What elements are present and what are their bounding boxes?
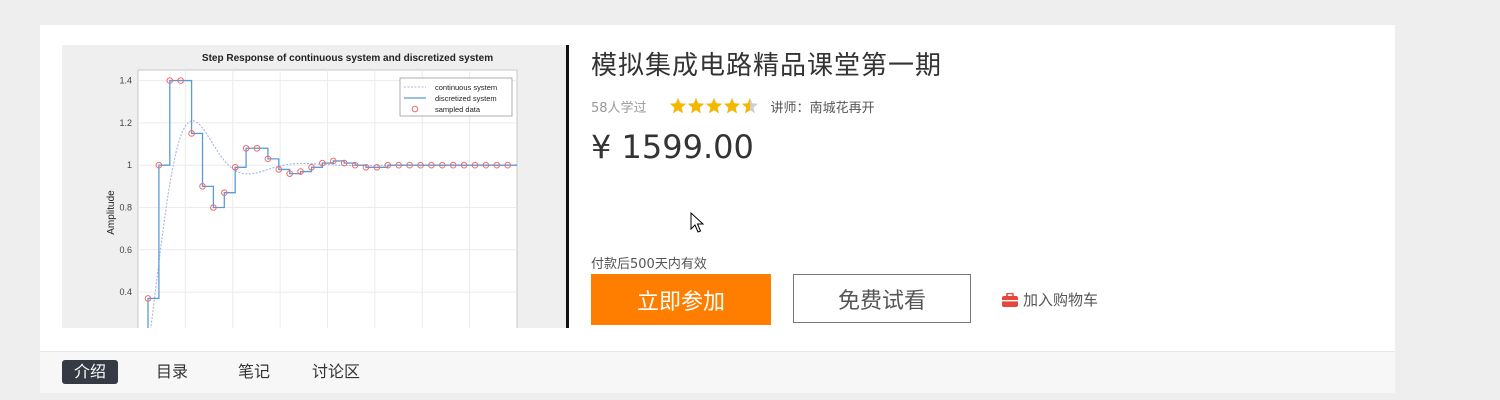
star-icon <box>723 98 740 114</box>
legend-label: sampled data <box>435 105 481 114</box>
y-tick-label: 1.2 <box>119 118 132 128</box>
course-meta: 58人学过 讲师：南城花再开 <box>591 97 875 116</box>
free-trial-button[interactable]: 免费试看 <box>793 274 971 323</box>
add-to-cart-link[interactable]: 加入购物车 <box>1002 289 1098 310</box>
cart-icon <box>1002 292 1018 307</box>
tab-intro[interactable]: 介绍 <box>62 360 118 384</box>
lecturer-label: 讲师： <box>770 100 810 116</box>
course-tabs: 介绍 目录 笔记 讨论区 <box>40 351 1395 393</box>
legend-label: discretized system <box>435 94 497 103</box>
course-card: 0.20.40.60.811.21.4Step Response of cont… <box>40 25 1395 393</box>
course-price: ¥ 1599.00 <box>591 128 754 166</box>
validity-note: 付款后500天内有效 <box>591 257 707 272</box>
y-axis-label: Amplitude <box>106 190 117 235</box>
lecturer: 讲师：南城花再开 <box>771 97 875 116</box>
lecturer-name[interactable]: 南城花再开 <box>810 101 875 116</box>
y-tick-label: 0.6 <box>119 245 132 255</box>
star-icon <box>669 98 686 114</box>
legend-label: continuous system <box>435 83 497 92</box>
star-icon <box>741 98 758 114</box>
step-response-chart: 0.20.40.60.811.21.4Step Response of cont… <box>106 53 518 328</box>
course-title: 模拟集成电路精品课堂第一期 <box>591 51 943 81</box>
rating-stars <box>669 97 759 115</box>
cart-label: 加入购物车 <box>1023 291 1099 309</box>
join-button[interactable]: 立即参加 <box>591 274 771 325</box>
y-tick-label: 0.8 <box>119 203 132 213</box>
learner-count: 58人学过 <box>591 100 647 116</box>
y-tick-label: 0.4 <box>119 287 132 297</box>
mouse-cursor-icon <box>690 212 704 233</box>
star-icon <box>705 98 722 114</box>
chart-title: Step Response of continuous system and d… <box>202 53 493 64</box>
y-tick-label: 1 <box>127 160 132 170</box>
tab-catalog[interactable]: 目录 <box>144 360 200 384</box>
y-tick-label: 1.4 <box>119 76 132 86</box>
tab-notes[interactable]: 笔记 <box>226 360 282 384</box>
tab-discussion[interactable]: 讨论区 <box>306 360 366 384</box>
star-icon <box>687 98 704 114</box>
course-thumbnail[interactable]: 0.20.40.60.811.21.4Step Response of cont… <box>62 45 569 328</box>
